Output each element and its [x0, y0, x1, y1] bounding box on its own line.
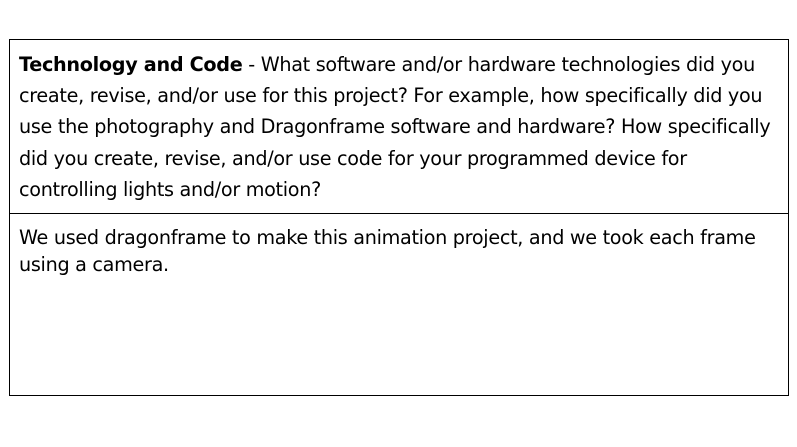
reflection-table: Technology and Code - What software and/… [9, 39, 789, 396]
response-cell[interactable]: We used dragonframe to make this animati… [10, 214, 788, 395]
prompt-cell: Technology and Code - What software and/… [10, 40, 788, 214]
prompt-separator: - [242, 53, 261, 76]
prompt-heading: Technology and Code [19, 53, 243, 76]
response-text: We used dragonframe to make this animati… [19, 226, 756, 276]
